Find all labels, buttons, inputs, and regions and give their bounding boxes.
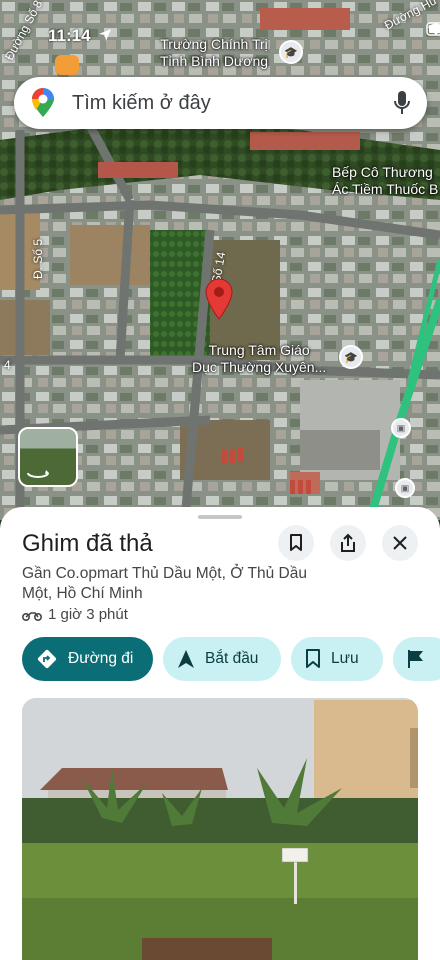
battery-icon <box>426 22 440 36</box>
poi-label-line: Trường Chính Trị <box>160 36 268 52</box>
label-button[interactable] <box>393 637 440 681</box>
place-title: Ghim đã thả <box>22 530 153 557</box>
poi-bep-co-thuong[interactable]: Bếp Cô Thương Ác Tiềm Thuốc B <box>332 164 438 198</box>
flag-icon <box>408 650 423 668</box>
bus-stop-icon[interactable]: ▣ <box>391 418 411 438</box>
save-label: Lưu <box>331 650 359 667</box>
poi-label-line: Dục Thường Xuyên... <box>192 359 327 375</box>
directions-label: Đường đi <box>68 650 134 667</box>
bookmark-icon <box>290 534 302 551</box>
street-label-so5: Đ. Số 5 <box>31 238 46 280</box>
microphone-icon[interactable] <box>393 90 411 116</box>
search-input[interactable] <box>70 90 393 116</box>
start-label: Bắt đầu <box>205 650 259 667</box>
action-chips: Đường đi Bắt đầu Lưu <box>22 637 440 681</box>
close-icon <box>393 536 407 550</box>
street-label-so4: 4 <box>4 358 11 372</box>
drag-handle[interactable] <box>198 515 242 519</box>
place-address: Gần Co.opmart Thủ Dầu Một, Ở Thủ Dầu Một… <box>22 565 307 602</box>
place-photo[interactable] <box>22 698 418 960</box>
save-button[interactable]: Lưu <box>291 637 383 681</box>
dropped-pin-icon[interactable] <box>204 278 234 320</box>
navigation-arrow-icon <box>178 650 194 668</box>
share-button[interactable] <box>330 525 366 561</box>
share-icon <box>341 533 355 552</box>
travel-time: 1 giờ 3 phút <box>48 606 128 623</box>
street-view-thumbnail[interactable] <box>18 427 78 487</box>
place-sheet[interactable]: Ghim đã thả Gần Co.opmart Thủ Dầu Một, Ở… <box>0 507 440 960</box>
poi-label-line: Trung Tâm Giáo <box>208 342 310 358</box>
start-button[interactable]: Bắt đầu <box>163 637 281 681</box>
poi-label-line: Tỉnh Bình Dương <box>160 53 269 69</box>
place-photo-image <box>22 698 418 960</box>
bookmark-button[interactable] <box>278 525 314 561</box>
search-bar[interactable] <box>14 77 427 129</box>
school-icon[interactable]: 🎓 <box>339 345 363 369</box>
poi-label-line: Bếp Cô Thương <box>332 164 433 180</box>
poi-label-line: Ác Tiềm Thuốc B <box>332 181 439 197</box>
motorbike-icon <box>22 611 42 621</box>
poi-trung-tam-giao-duc[interactable]: Trung Tâm Giáo Dục Thường Xuyên... <box>192 342 326 376</box>
location-arrow-icon <box>99 29 111 41</box>
directions-icon <box>37 649 57 669</box>
travel-time-row: 1 giờ 3 phút <box>22 606 128 623</box>
poi-truong-chinh-tri[interactable]: Trường Chính Trị Tỉnh Bình Dương <box>160 36 268 70</box>
street-view-icon <box>27 470 49 478</box>
close-button[interactable] <box>382 525 418 561</box>
directions-button[interactable]: Đường đi <box>22 637 153 681</box>
school-icon[interactable]: 🎓 <box>279 40 303 64</box>
app-badge-icon <box>55 55 79 75</box>
status-time: 11:14 <box>48 26 91 45</box>
bus-stop-icon[interactable]: ▣ <box>395 478 415 498</box>
bookmark-icon <box>306 649 320 668</box>
maps-logo-icon <box>32 88 54 117</box>
